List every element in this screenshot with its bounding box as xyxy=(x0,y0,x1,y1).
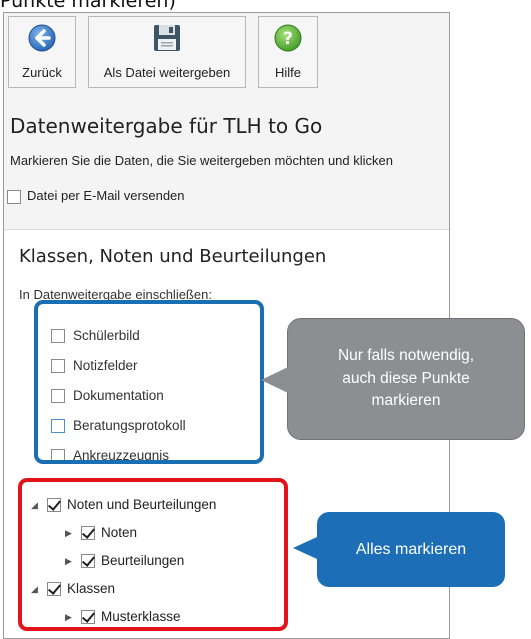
back-arrow-icon xyxy=(27,23,57,57)
help-button[interactable]: ? Hilfe xyxy=(258,16,318,88)
optional-callout: Nur falls notwendig, auch diese Punkte m… xyxy=(261,318,525,440)
required-items-highlight xyxy=(18,478,288,631)
help-label: Hilfe xyxy=(274,65,301,80)
share-as-file-label: Als Datei weitergeben xyxy=(103,65,231,80)
optional-callout-line: auch diese Punkte xyxy=(342,369,470,387)
email-option-label: Datei per E-Mail versenden xyxy=(27,188,185,203)
instructions-text: Markieren Sie die Daten, die Sie weiterg… xyxy=(10,153,393,168)
floppy-disk-icon xyxy=(152,23,182,57)
back-button[interactable]: Zurück xyxy=(8,16,76,88)
help-icon: ? xyxy=(273,23,303,57)
mark-all-callout: Alles markieren xyxy=(293,512,505,587)
email-checkbox[interactable] xyxy=(7,189,21,204)
section-title: Klassen, Noten und Beurteilungen xyxy=(19,246,327,267)
back-button-label: Zurück xyxy=(22,65,62,80)
mark-all-callout-text: Alles markieren xyxy=(355,540,467,558)
optional-callout-line: Nur falls notwendig, xyxy=(337,347,475,365)
optional-items-highlight xyxy=(34,300,264,464)
email-option[interactable]: Datei per E-Mail versenden xyxy=(7,188,185,204)
optional-callout-line: markieren xyxy=(371,392,441,410)
page-title: Datenweitergabe für TLH to Go xyxy=(10,114,323,138)
caption-text: Punkte markieren) xyxy=(0,0,176,12)
share-as-file-button[interactable]: Als Datei weitergeben xyxy=(88,16,246,88)
svg-text:?: ? xyxy=(283,29,293,49)
